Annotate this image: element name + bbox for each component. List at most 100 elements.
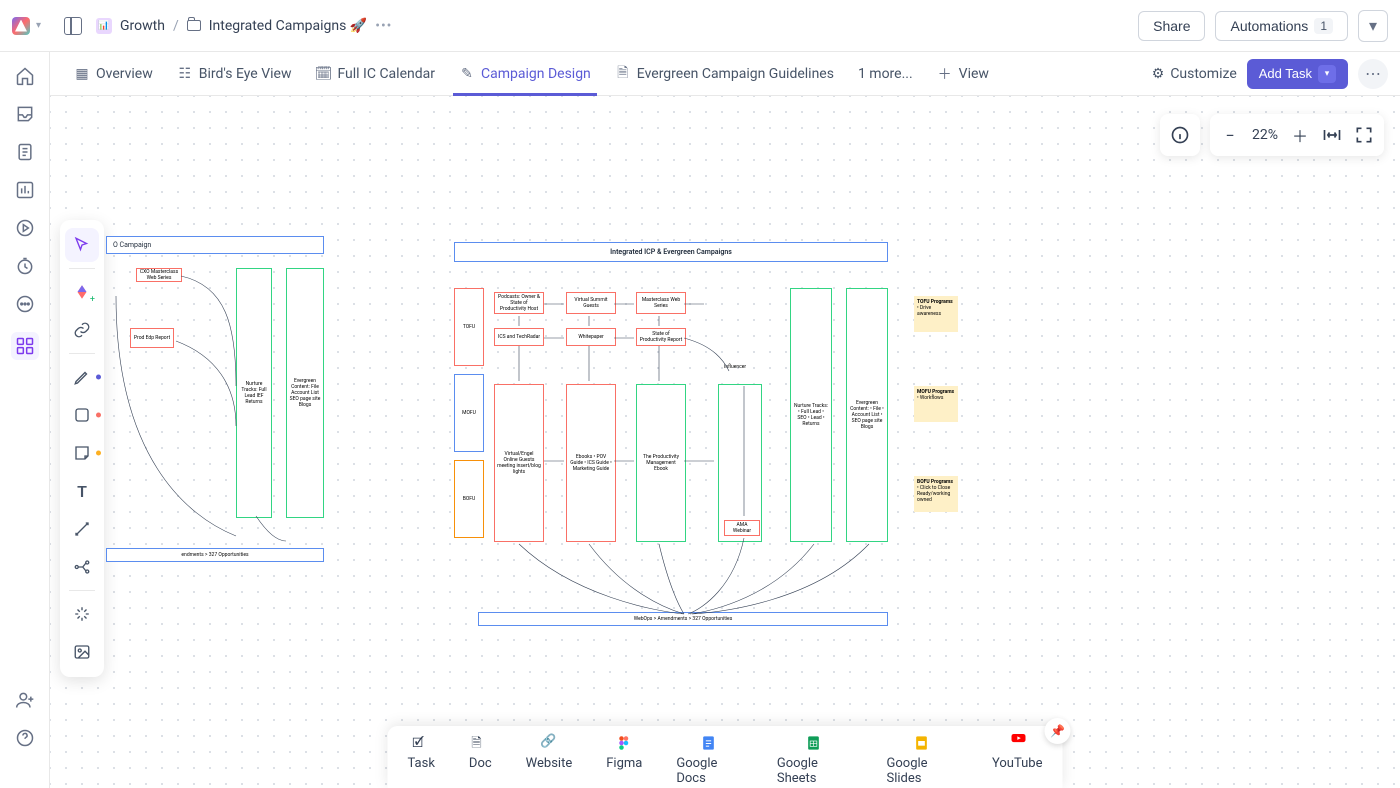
whiteboard-canvas[interactable]: + T − 22% ＋ O Campaign CXO Masterclass W… [50,96,1400,788]
tab-calendar[interactable]: 🗓 Full IC Calendar [305,52,445,96]
connector-tool[interactable] [65,512,99,546]
whiteboard-icon: ✎ [459,66,475,82]
pin-icon[interactable]: 📌 [1045,718,1071,744]
insert-figma[interactable]: Figma [606,734,642,786]
diagram-node[interactable]: Masterclass Web Series [636,292,686,314]
zoom-controls: − 22% ＋ [1160,114,1384,156]
diagram-footer[interactable]: WebOps > Amendments > 327 Opportunities [478,612,888,626]
gsheets-icon [806,734,824,752]
docs-icon[interactable] [15,142,35,162]
diagram-node[interactable]: Whitepaper [566,328,616,346]
view-tabs: ▦ Overview ☷ Bird's Eye View 🗓 Full IC C… [0,52,1400,96]
sticky-note[interactable]: BOFU Programs• Click to Close Ready/work… [914,476,958,512]
tab-evergreen[interactable]: 🗎 Evergreen Campaign Guidelines [605,52,844,96]
chevron-down-icon[interactable]: ▾ [1318,65,1336,83]
breadcrumb: 📊 Growth / Integrated Campaigns 🚀 ••• [96,18,392,34]
toggle-sidebar-icon[interactable] [64,17,82,35]
mindmap-tool[interactable] [65,550,99,584]
share-button[interactable]: Share [1138,11,1205,41]
diagram-node[interactable]: Evergreen Content: • File • Account List… [846,288,888,542]
timesheets-icon[interactable] [15,256,35,276]
diagram-node[interactable]: The Productivity Management Ebook [636,384,686,542]
task-icon: 🗹 [412,734,430,752]
dashboards-icon[interactable] [15,180,35,200]
workspace-switcher[interactable]: ▾ [12,17,50,35]
customize-button[interactable]: ⚙ Customize [1152,66,1237,82]
invite-icon[interactable] [15,690,35,710]
diagram-label-mofu[interactable]: MOFU [454,374,484,452]
inbox-icon[interactable] [15,104,35,124]
view-options-button[interactable]: ⋯ [1358,59,1388,89]
tab-campaign-design[interactable]: ✎ Campaign Design [449,52,601,96]
chart-icon: 📊 [96,18,112,34]
more-apps-icon[interactable] [15,294,35,314]
pen-tool[interactable] [65,360,99,394]
ai-tool[interactable] [65,597,99,631]
whiteboard-toolbar: + T [60,220,104,677]
grid-icon: ▦ [74,66,90,82]
tab-more[interactable]: 1 more... [848,52,923,96]
image-tool[interactable] [65,635,99,669]
home-icon[interactable] [15,66,35,86]
diagram-node[interactable]: Nurture Tracks: • Full Lead • SEO • Lead… [790,288,832,542]
automations-button[interactable]: Automations 1 [1215,11,1348,41]
doc-icon: 🗎 [615,66,631,82]
fit-width-button[interactable] [1322,125,1342,145]
select-tool[interactable] [65,228,99,262]
diagram-node[interactable]: CXO Masterclass Web Series [136,268,182,282]
diagram-node[interactable]: Virtual/Engel Online Guests meeting inse… [494,384,544,542]
add-task-button[interactable]: Add Task ▾ [1247,59,1348,89]
help-icon[interactable] [15,728,35,748]
whiteboards-icon[interactable] [11,332,39,360]
fullscreen-button[interactable] [1354,125,1374,145]
insert-doc[interactable]: 🗎Doc [469,734,492,786]
diagram-node[interactable]: AMA Webinar [724,520,760,536]
clickup-item-tool[interactable]: + [65,275,99,309]
sticky-note[interactable]: MOFU Programs• Workflows [914,386,958,422]
tab-birds-eye[interactable]: ☷ Bird's Eye View [167,52,302,96]
automations-count-badge: 1 [1314,18,1333,34]
more-icon[interactable]: ••• [375,18,392,34]
sticky-tool[interactable] [65,436,99,470]
left-nav-rail [0,52,50,788]
zoom-in-button[interactable]: ＋ [1290,125,1310,145]
breadcrumb-space[interactable]: Growth [120,18,165,34]
diagram-node[interactable]: State of Productivity Report [636,328,686,346]
insert-website[interactable]: 🔗Website [526,734,573,786]
clips-icon[interactable] [15,218,35,238]
diagram-label-bofu[interactable]: BOFU [454,460,484,538]
text-tool[interactable]: T [65,474,99,508]
diagram-node[interactable]: Nurture Tracks: Full Lead IEF Returns [236,268,272,518]
insert-google-sheets[interactable]: Google Sheets [777,734,853,786]
tab-overview[interactable]: ▦ Overview [64,52,163,96]
insert-google-slides[interactable]: Google Slides [887,734,958,786]
diagram-node[interactable]: Podcasts: Owner & State of Productivity … [494,292,544,314]
diagram-node[interactable]: Virtual Summit Guests [566,292,616,314]
figma-icon [615,734,633,752]
zoom-out-button[interactable]: − [1220,125,1240,145]
automations-dropdown[interactable]: ▾ [1358,10,1388,42]
diagram-node[interactable]: Ebooks • POV Guide • ICS Guide • Marketi… [566,384,616,542]
diagram-node[interactable] [718,384,762,542]
insert-google-docs[interactable]: Google Docs [676,734,743,786]
diagram-node[interactable]: ICS and TechRadar [494,328,544,346]
diagram-text[interactable]: Influencer [724,364,746,370]
diagram-node[interactable]: Evergreen Content: File Account List SEO… [286,268,324,518]
diagram-node[interactable]: Prod Edp Report [130,328,174,348]
diagram-footer[interactable]: endments > 327 Opportunities [106,548,324,562]
breadcrumb-folder[interactable]: Integrated Campaigns 🚀 [209,18,367,34]
insert-task[interactable]: 🗹Task [408,734,435,786]
insert-bar: 📌 🗹Task 🗎Doc 🔗Website Figma Google Docs … [388,726,1063,788]
insert-youtube[interactable]: YouTube [992,734,1043,786]
shape-tool[interactable] [65,398,99,432]
diagram-title[interactable]: Integrated ICP & Evergreen Campaigns [454,242,888,262]
gear-icon: ⚙ [1152,66,1165,82]
diagram-title[interactable]: O Campaign [106,236,324,254]
link-tool[interactable] [65,313,99,347]
sticky-note[interactable]: TOFU Programs• Drive awareness [914,296,958,332]
add-view-button[interactable]: ＋ View [927,52,999,96]
calendar-icon: 🗓 [315,66,331,82]
diagram-label-tofu[interactable]: TOFU [454,288,484,366]
info-icon[interactable] [1170,125,1190,145]
gdocs-icon [701,734,719,752]
